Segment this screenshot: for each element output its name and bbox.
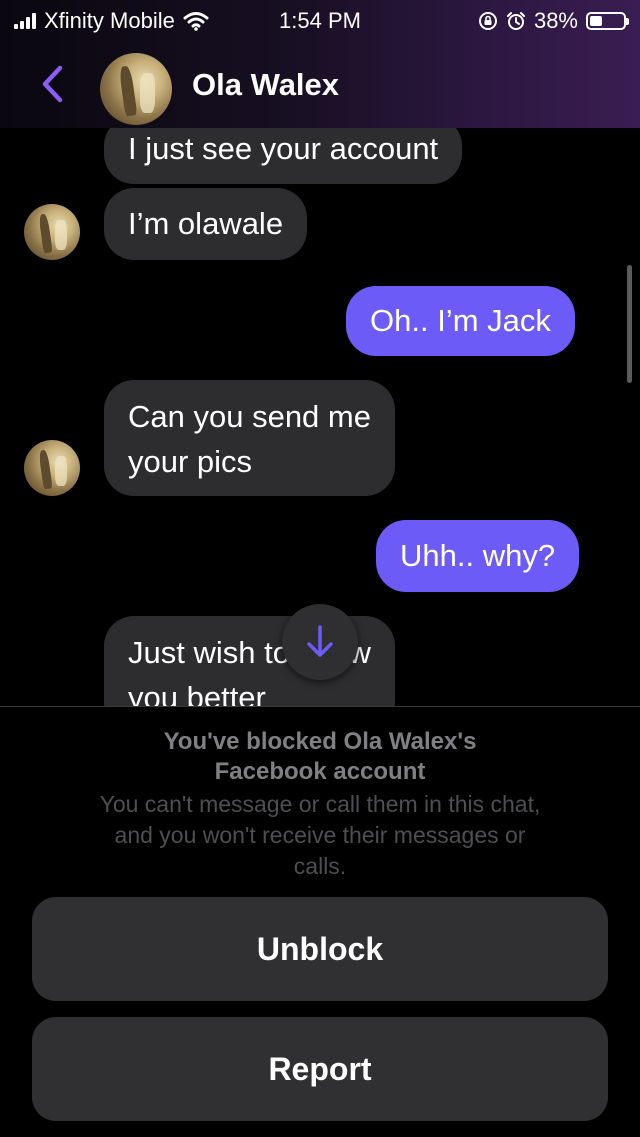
battery-icon [586, 12, 629, 30]
status-bar: Xfinity Mobile 1:54 PM 38% [0, 0, 640, 40]
blocked-title: You've blocked Ola Walex's Facebook acco… [0, 727, 640, 787]
chat-header: Xfinity Mobile 1:54 PM 38% Ola Walex [0, 0, 640, 128]
chevron-left-icon[interactable] [34, 60, 74, 108]
blocked-description-line: You can't message or call them in this c… [99, 791, 541, 817]
message-text: I just see your account [128, 131, 439, 166]
blocked-description-line: calls. [293, 853, 347, 879]
blocked-title-line: You've blocked Ola Walex's [163, 728, 477, 755]
received-message[interactable]: Can you send me your pics [104, 380, 395, 496]
message-text-line: Can you send me [128, 399, 371, 434]
message-text-line: your pics [128, 444, 253, 479]
contact-avatar[interactable] [24, 204, 80, 260]
report-button[interactable]: Report [32, 1017, 608, 1121]
arrow-down-icon [307, 625, 333, 657]
contact-name[interactable]: Ola Walex [192, 67, 339, 103]
contact-avatar[interactable] [100, 53, 172, 125]
sent-message[interactable]: Oh.. I’m Jack [346, 286, 575, 356]
message-text: Oh.. I’m Jack [370, 303, 551, 338]
battery-percent: 38% [533, 8, 578, 33]
received-message[interactable]: I’m olawale [104, 188, 308, 260]
scroll-to-bottom-button[interactable] [282, 604, 358, 680]
unblock-button[interactable]: Unblock [32, 897, 608, 1001]
nav-bar: Ola Walex [0, 48, 640, 125]
scrollbar[interactable] [627, 265, 632, 383]
message-text: I’m olawale [128, 206, 284, 241]
blocked-description-line: and you won't receive their messages or [114, 822, 526, 848]
sent-message[interactable]: Uhh.. why? [376, 520, 580, 592]
message-text-line: you better [128, 680, 266, 706]
blocked-title-line: Facebook account [214, 758, 426, 785]
blocked-description: You can't message or call them in this c… [40, 789, 600, 882]
orientation-lock-icon [478, 12, 497, 30]
blocked-panel: You've blocked Ola Walex's Facebook acco… [0, 706, 640, 1137]
contact-avatar[interactable] [24, 440, 80, 496]
alarm-icon [506, 12, 525, 30]
message-text: Uhh.. why? [400, 538, 556, 573]
